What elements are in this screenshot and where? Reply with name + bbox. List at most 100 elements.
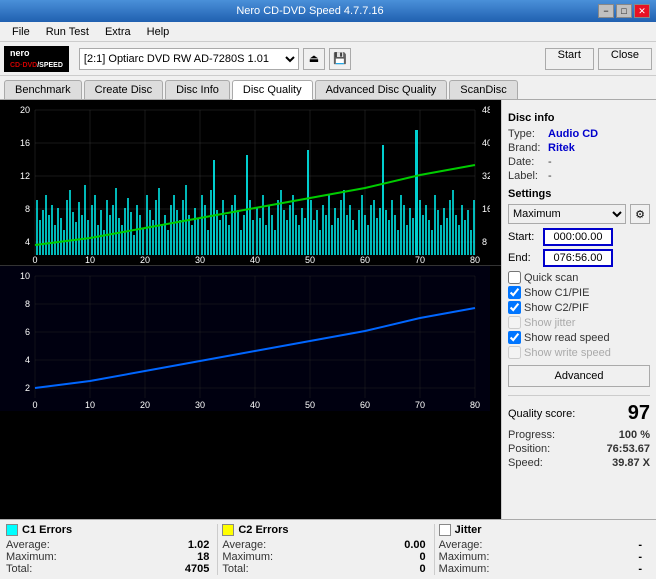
svg-text:40: 40 [250,255,260,265]
top-chart-svg: 20 16 12 8 4 48 40 32 16 8 0 10 20 30 40… [0,100,490,265]
svg-text:10: 10 [85,255,95,265]
speed-select[interactable]: Maximum [508,204,626,224]
jitter-average-label: Average: [439,539,483,551]
svg-text:30: 30 [195,400,205,410]
minimize-button[interactable]: − [598,4,614,18]
right-panel: Disc info Type: Audio CD Brand: Ritek Da… [501,100,656,519]
disc-date-row: Date: - [508,156,650,168]
jitter-maximum-row: Maximum: - [439,551,642,563]
svg-text:50: 50 [305,400,315,410]
top-chart: 20 16 12 8 4 48 40 32 16 8 0 10 20 30 40… [0,100,501,266]
c1-total-value: 4705 [185,563,209,575]
svg-text:20: 20 [140,255,150,265]
c2-total-row: Total: 0 [222,563,425,575]
c2-title: C2 Errors [238,524,288,536]
c1-total-row: Total: 4705 [6,563,209,575]
quick-scan-checkbox[interactable] [508,271,521,284]
start-button[interactable]: Start [545,48,594,70]
jitter-max2-value: - [638,563,642,575]
jitter-group: Jitter Average: - Maximum: - Maximum: - [435,524,650,575]
show-c1-checkbox[interactable] [508,286,521,299]
start-label: Start: [508,231,543,243]
speed-row: Speed: 39.87 X [508,457,650,469]
svg-text:40: 40 [250,400,260,410]
disc-brand-label: Brand: [508,142,548,154]
tab-scan-disc[interactable]: ScanDisc [449,80,517,99]
show-read-speed-checkbox[interactable] [508,331,521,344]
position-row: Position: 76:53.67 [508,443,650,455]
menu-extra[interactable]: Extra [97,24,139,40]
c2-color-indicator [222,524,234,536]
toolbar: nero CD·DVD/SPEED [2:1] Optiarc DVD RW A… [0,42,656,76]
jitter-average-value: - [638,539,642,551]
svg-text:20: 20 [20,105,30,115]
svg-text:32: 32 [482,171,490,181]
app-title: Nero CD-DVD Speed 4.7.7.16 [22,5,598,17]
show-c2-label: Show C2/PIF [524,302,589,314]
position-value: 76:53.67 [607,443,650,455]
show-jitter-row: Show jitter [508,316,650,329]
c1-color-indicator [6,524,18,536]
start-time-input[interactable] [543,228,613,246]
c2-maximum-row: Maximum: 0 [222,551,425,563]
svg-text:20: 20 [140,400,150,410]
svg-text:60: 60 [360,400,370,410]
jitter-average-row: Average: - [439,539,642,551]
c2-maximum-label: Maximum: [222,551,273,563]
c1-title: C1 Errors [22,524,72,536]
toolbar-close-button[interactable]: Close [598,48,652,70]
show-read-speed-row: Show read speed [508,331,650,344]
menu-file[interactable]: File [4,24,38,40]
settings-title: Settings [508,188,650,200]
show-write-speed-row: Show write speed [508,346,650,359]
advanced-button[interactable]: Advanced [508,365,650,387]
start-time-row: Start: [508,228,650,246]
quick-scan-label: Quick scan [524,272,578,284]
save-button[interactable]: 💾 [329,48,351,70]
tab-advanced-disc-quality[interactable]: Advanced Disc Quality [315,80,448,99]
menu-help[interactable]: Help [139,24,178,40]
drive-selector[interactable]: [2:1] Optiarc DVD RW AD-7280S 1.01 [79,48,299,70]
show-c2-checkbox[interactable] [508,301,521,314]
c1-errors-group: C1 Errors Average: 1.02 Maximum: 18 Tota… [6,524,218,575]
speed-settings-row: Maximum ⚙ [508,204,650,224]
c1-maximum-value: 18 [197,551,209,563]
svg-text:0: 0 [32,400,37,410]
show-write-speed-label: Show write speed [524,347,611,359]
maximize-button[interactable]: □ [616,4,632,18]
svg-text:48: 48 [482,105,490,115]
svg-text:70: 70 [415,255,425,265]
speed-value: 39.87 X [612,457,650,469]
disc-brand-row: Brand: Ritek [508,142,650,154]
tab-bar: Benchmark Create Disc Disc Info Disc Qua… [0,76,656,99]
jitter-max2-label: Maximum: [439,563,490,575]
show-c1-row: Show C1/PIE [508,286,650,299]
disc-label-value: - [548,170,650,182]
menu-run-test[interactable]: Run Test [38,24,97,40]
svg-text:10: 10 [85,400,95,410]
svg-text:80: 80 [470,255,480,265]
jitter-header: Jitter [439,524,642,536]
disc-info-title: Disc info [508,112,650,124]
show-write-speed-checkbox[interactable] [508,346,521,359]
c2-header: C2 Errors [222,524,425,536]
jitter-title: Jitter [455,524,482,536]
quick-scan-row: Quick scan [508,271,650,284]
tab-benchmark[interactable]: Benchmark [4,80,82,99]
window-controls: − □ ✕ [598,4,650,18]
svg-text:0: 0 [32,255,37,265]
svg-text:4: 4 [25,237,30,247]
end-time-row: End: [508,249,650,267]
close-button[interactable]: ✕ [634,4,650,18]
show-jitter-checkbox[interactable] [508,316,521,329]
c2-maximum-value: 0 [420,551,426,563]
c1-average-value: 1.02 [188,539,209,551]
tab-disc-quality[interactable]: Disc Quality [232,80,313,100]
bottom-chart-svg: 10 8 6 4 2 0 10 20 30 40 50 60 70 80 [0,266,490,411]
tab-disc-info[interactable]: Disc Info [165,80,230,99]
settings-icon-button[interactable]: ⚙ [630,204,650,224]
end-time-input[interactable] [543,249,613,267]
quality-section: Quality score: 97 Progress: 100 % Positi… [508,395,650,469]
tab-create-disc[interactable]: Create Disc [84,80,163,99]
eject-button[interactable]: ⏏ [303,48,325,70]
